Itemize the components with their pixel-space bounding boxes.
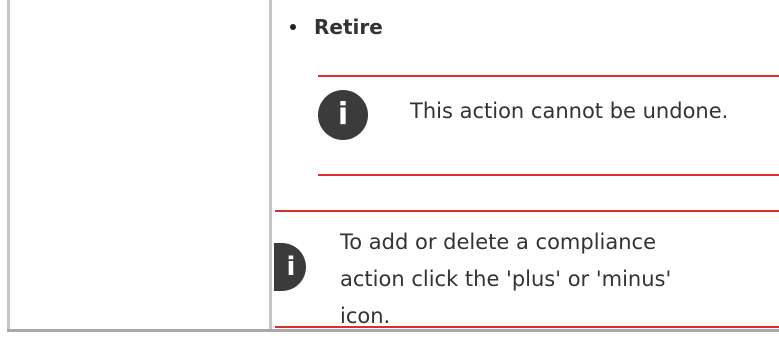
note-text: This action cannot be undone. xyxy=(410,99,729,123)
info-glyph: i xyxy=(286,252,296,282)
info-icon: i xyxy=(274,243,306,291)
note-bottom-border xyxy=(275,326,779,328)
info-icon: i xyxy=(318,90,368,140)
note-text-line: action click the 'plus' or 'minus' xyxy=(340,267,672,291)
list-item-label: Retire xyxy=(314,15,383,39)
note-text: To add or delete a compliance action cli… xyxy=(340,224,750,335)
note-text-line: To add or delete a compliance xyxy=(340,230,657,254)
note-text-line: icon. xyxy=(340,304,391,328)
table-frame: Retire i This action cannot be undone. i… xyxy=(0,0,779,338)
note-bottom-border xyxy=(318,174,779,176)
bullet-dot xyxy=(290,24,296,30)
info-glyph: i xyxy=(337,97,349,132)
table-column-divider xyxy=(269,0,272,329)
table-border-left xyxy=(7,0,10,329)
note-top-border xyxy=(275,210,779,212)
list-item-retire: Retire xyxy=(290,13,383,41)
note-top-border xyxy=(318,75,779,77)
